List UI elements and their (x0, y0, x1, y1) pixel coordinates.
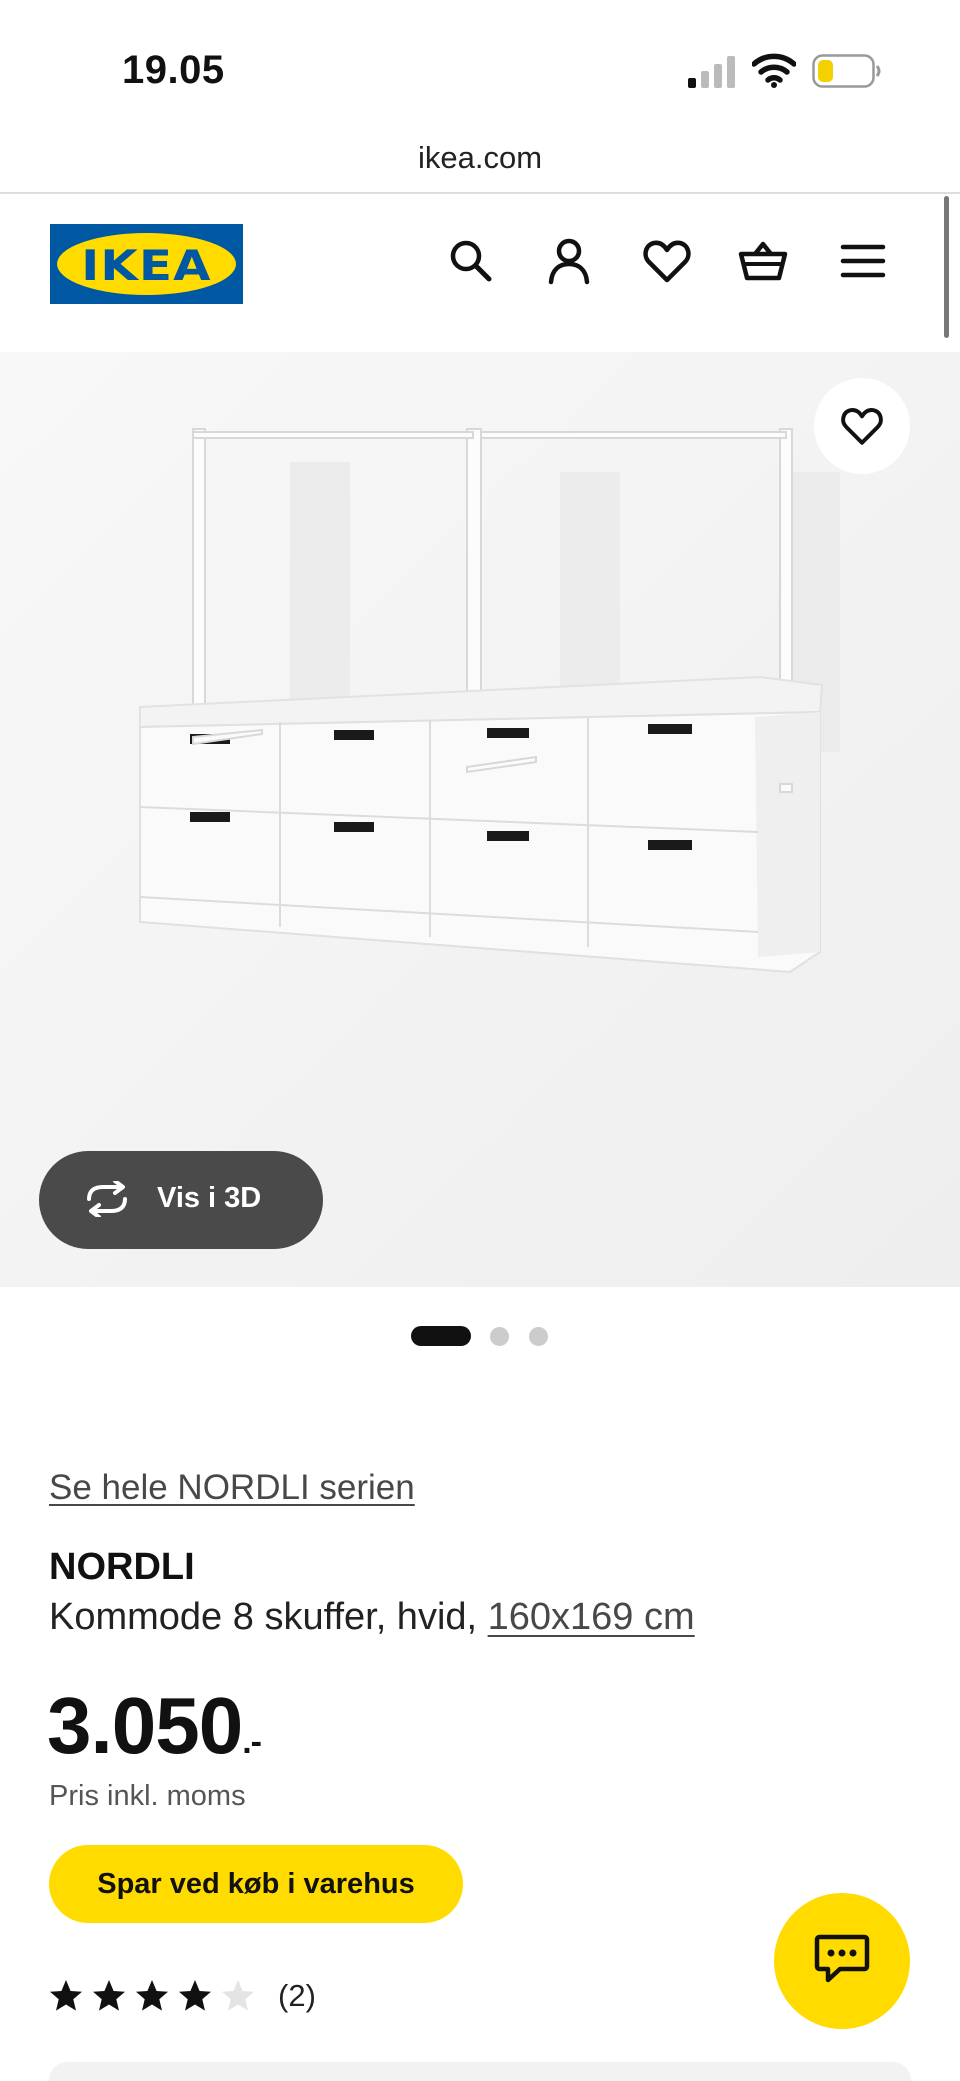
price-suffix: .- (242, 1723, 262, 1761)
view-in-3d-button[interactable]: Vis i 3D (39, 1151, 323, 1249)
view-in-3d-label: Vis i 3D (157, 1182, 262, 1214)
product-price: 3.050.- (47, 1680, 262, 1772)
star-icon (93, 1980, 125, 2011)
store-savings-button[interactable]: Spar ved køb i varehus (49, 1845, 463, 1923)
status-bar: 19.05 (0, 0, 960, 130)
ikea-logo[interactable]: IKEA (50, 224, 243, 304)
star-icon (222, 1980, 254, 2011)
battery-icon (812, 54, 881, 88)
pagination-dot[interactable] (490, 1327, 509, 1346)
status-time: 19.05 (122, 48, 225, 92)
star-icon (179, 1980, 211, 2011)
product-name: NORDLI (49, 1546, 195, 1588)
product-description: Kommode 8 skuffer, hvid, 160x169 cm (49, 1596, 695, 1639)
menu-icon[interactable] (838, 236, 888, 286)
chat-button[interactable] (774, 1893, 910, 2029)
wishlist-icon[interactable] (642, 236, 692, 286)
pagination-dot-active[interactable] (411, 1326, 471, 1346)
rotate-3d-icon (87, 1181, 127, 1217)
star-icon (50, 1980, 82, 2011)
price-value: 3.050 (47, 1681, 243, 1770)
account-icon[interactable] (544, 236, 594, 286)
logo-text: IKEA (81, 241, 212, 290)
pagination-dot[interactable] (529, 1327, 548, 1346)
scrollbar-thumb[interactable] (944, 196, 949, 338)
cart-icon[interactable] (738, 236, 788, 286)
product-description-text: Kommode 8 skuffer, hvid, (49, 1596, 478, 1638)
product-image-gallery[interactable] (0, 352, 960, 1287)
url-divider (0, 192, 960, 194)
add-to-wishlist-button[interactable] (814, 378, 910, 474)
wifi-icon (752, 53, 796, 88)
gallery-pagination (0, 1326, 960, 1350)
price-note: Pris inkl. moms (49, 1780, 246, 1812)
search-icon[interactable] (446, 236, 496, 286)
next-section-card (49, 2062, 911, 2081)
heart-icon (841, 408, 883, 445)
url-bar[interactable]: ikea.com (0, 140, 960, 176)
series-link[interactable]: Se hele NORDLI serien (49, 1468, 415, 1508)
product-image (0, 352, 960, 1287)
chat-icon (814, 1934, 870, 1983)
signal-icon (688, 56, 735, 88)
dimensions-link[interactable]: 160x169 cm (488, 1596, 695, 1638)
star-icon (136, 1980, 168, 2011)
review-count: (2) (278, 1978, 316, 2013)
